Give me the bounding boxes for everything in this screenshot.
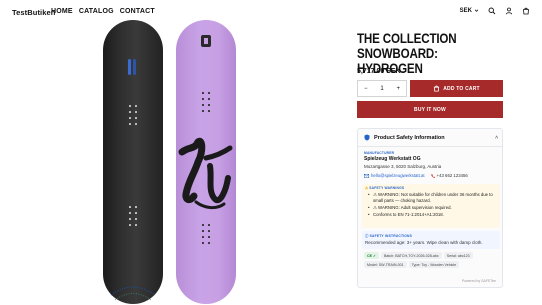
product-identifiers: CE ✓ Batch: BATCH-TOY-2026-028-abc Seria… bbox=[364, 252, 498, 268]
brush-graphic bbox=[178, 137, 233, 210]
cart-add-icon bbox=[434, 85, 440, 92]
phone-text: +43 662 123456 bbox=[436, 173, 468, 178]
info-icon: ⓘ bbox=[365, 234, 369, 238]
email-text: hello@spielzeugwerkstatt.at bbox=[371, 173, 425, 178]
product-image-purple-board[interactable] bbox=[176, 20, 236, 304]
divider bbox=[358, 146, 502, 147]
shield-icon bbox=[364, 134, 370, 141]
ce-badge: CE ✓ bbox=[364, 252, 380, 259]
add-to-cart-button[interactable]: ADD TO CART bbox=[410, 80, 503, 97]
product-price: 5,717.00 SEK bbox=[357, 68, 401, 75]
type-chip: Type: Toy - Wooden Vehicle bbox=[408, 261, 460, 268]
search-icon[interactable] bbox=[487, 6, 496, 15]
main-nav: HOME CATALOG CONTACT bbox=[51, 8, 155, 15]
buy-now-label: BUY IT NOW bbox=[414, 106, 446, 113]
nav-contact[interactable]: CONTACT bbox=[120, 8, 155, 15]
mail-icon bbox=[364, 173, 369, 178]
email-link[interactable]: hello@spielzeugwerkstatt.at bbox=[364, 173, 425, 178]
safety-panel-header[interactable]: Product Safety Information ˄ bbox=[364, 134, 498, 141]
safety-panel-title: Product Safety Information bbox=[374, 134, 445, 141]
list-item: Conforms to EN 71-1:2014+A1:2018. bbox=[368, 212, 496, 218]
batch-chip: Batch: BATCH-TOY-2026-028-abc bbox=[381, 252, 442, 259]
currency-selector[interactable]: SEK bbox=[460, 8, 479, 14]
serial-chip: Serial: abc123 bbox=[443, 252, 473, 259]
phone-link[interactable]: +43 662 123456 bbox=[430, 173, 468, 178]
chevron-up-icon[interactable]: ˄ bbox=[495, 135, 498, 141]
brand-mark-icon bbox=[128, 59, 136, 75]
manufacturer-contact: hello@spielzeugwerkstatt.at +43 662 1234… bbox=[364, 173, 468, 178]
quantity-value[interactable]: 1 bbox=[380, 86, 383, 92]
account-icon[interactable] bbox=[504, 6, 513, 15]
brand-logo-icon bbox=[201, 35, 211, 47]
instructions-text: Recommended age: 3+ years. Wipe clean wi… bbox=[365, 240, 483, 245]
instructions-label: ⓘ SAFETY INSTRUCTIONS bbox=[365, 233, 412, 238]
header-actions: SEK bbox=[460, 6, 530, 15]
quantity-stepper: − 1 + bbox=[357, 80, 407, 97]
buy-now-button[interactable]: BUY IT NOW bbox=[357, 101, 503, 118]
nav-catalog[interactable]: CATALOG bbox=[79, 8, 114, 15]
manufacturer-name: Spielzeug Werkstatt OG bbox=[364, 156, 421, 162]
product-image-black-board[interactable] bbox=[103, 20, 163, 304]
warnings-label: ⚠ SAFETY WARNINGS bbox=[365, 186, 404, 190]
chevron-down-icon bbox=[474, 9, 479, 12]
manufacturer-address: Mozartgasse 3, 5020 Salzburg, Austria bbox=[364, 164, 442, 169]
cart-icon[interactable] bbox=[521, 6, 530, 15]
warnings-list: ⚠ WARNING: Not suitable for children und… bbox=[368, 192, 496, 219]
quantity-increase-button[interactable]: + bbox=[396, 86, 400, 92]
warning-icon: ⚠ bbox=[365, 186, 369, 190]
board-tail-pattern bbox=[110, 286, 156, 301]
manufacturer-label: MANUFACTURER bbox=[364, 151, 395, 155]
instructions-label-text: SAFETY INSTRUCTIONS bbox=[369, 234, 413, 238]
store-logo[interactable]: TestButiken bbox=[12, 8, 55, 17]
product-safety-panel: Product Safety Information ˄ MANUFACTURE… bbox=[357, 128, 503, 288]
nav-home[interactable]: HOME bbox=[51, 8, 73, 15]
add-to-cart-label: ADD TO CART bbox=[443, 85, 480, 92]
site-header: TestButiken HOME CATALOG CONTACT SEK bbox=[0, 0, 542, 24]
safety-warnings-box: ⚠ SAFETY WARNINGS ⚠ WARNING: Not suitabl… bbox=[362, 184, 500, 228]
list-item: ⚠ WARNING: Adult supervision required. bbox=[368, 205, 496, 211]
list-item: ⚠ WARNING: Not suitable for children und… bbox=[368, 192, 496, 204]
model-chip: Model: SW-TRAIN-001 bbox=[364, 261, 407, 268]
currency-label: SEK bbox=[459, 7, 472, 14]
powered-by[interactable]: Powered by SAFETee bbox=[462, 279, 496, 283]
warnings-label-text: SAFETY WARNINGS bbox=[369, 186, 405, 190]
quantity-decrease-button[interactable]: − bbox=[364, 86, 368, 92]
safety-instructions-box: ⓘ SAFETY INSTRUCTIONS Recommended age: 3… bbox=[362, 231, 500, 249]
phone-icon bbox=[430, 173, 435, 178]
